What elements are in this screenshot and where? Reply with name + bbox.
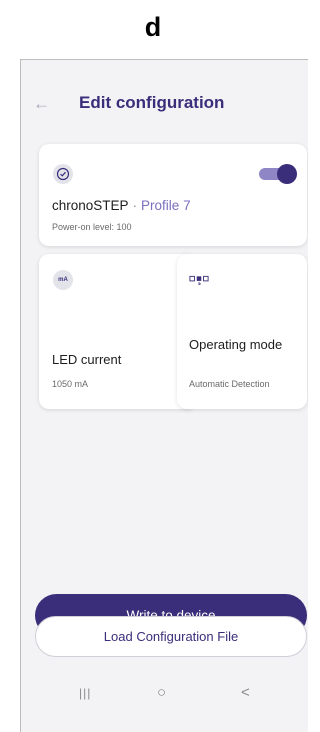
separator: · [132, 198, 138, 213]
profile-card[interactable]: chronoSTEP · Profile 7 Power-on level: 100 [39, 144, 307, 246]
recent-apps-icon[interactable]: ||| [79, 686, 91, 700]
operating-mode-icon [189, 270, 209, 290]
profile-title: chronoSTEP · Profile 7 [52, 198, 191, 213]
led-current-label: LED current [52, 352, 122, 367]
system-navbar: ||| ○ < [21, 670, 308, 732]
profile-toggle[interactable] [259, 164, 297, 184]
toggle-knob [277, 164, 297, 184]
milliamp-icon: mA [53, 270, 73, 290]
home-icon[interactable]: ○ [157, 684, 166, 701]
page-title: Edit configuration [79, 93, 225, 112]
led-current-value: 1050 mA [52, 379, 89, 389]
operating-mode-value: Automatic Detection [189, 379, 270, 389]
milliamp-icon-text: mA [58, 277, 68, 283]
app-header: ← Edit configuration [21, 60, 308, 150]
product-name: chronoSTEP [52, 198, 129, 213]
figure-label: d [144, 12, 162, 42]
operating-mode-card[interactable]: Operating mode Automatic Detection [177, 254, 307, 409]
profile-name: Profile 7 [141, 198, 191, 213]
back-arrow-icon[interactable]: ← [33, 94, 50, 114]
power-on-level: Power-on level: 100 [52, 222, 132, 232]
led-current-card[interactable]: mA LED current 1050 mA [39, 254, 197, 409]
phone-screen: ← Edit configuration chronoSTEP · Profile … [20, 59, 308, 732]
operating-mode-label: Operating mode [189, 337, 283, 352]
nav-back-icon[interactable]: < [241, 684, 250, 701]
clock-icon [53, 164, 73, 184]
load-configuration-button[interactable]: Load Configuration File [35, 616, 307, 657]
